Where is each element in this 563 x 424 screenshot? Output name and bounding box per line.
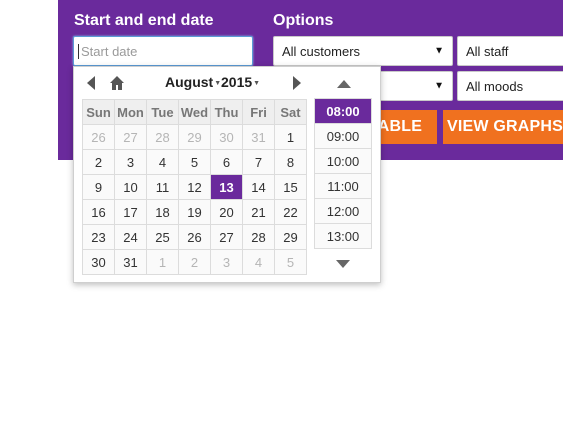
start-date-placeholder: Start date (81, 43, 138, 59)
day-cell[interactable]: 14 (242, 174, 275, 200)
staff-select-value: All staff (466, 43, 509, 59)
options-section-label: Options (273, 12, 334, 29)
time-option[interactable]: 12:00 (314, 198, 372, 224)
day-cell[interactable]: 9 (82, 174, 115, 200)
day-cell[interactable]: 23 (82, 224, 115, 250)
moods-select-value: All moods (466, 78, 524, 94)
day-cell[interactable]: 12 (178, 174, 211, 200)
view-graphs-button[interactable]: VIEW GRAPHS (443, 110, 563, 144)
time-scroll-down-icon[interactable] (336, 259, 350, 269)
time-option[interactable]: 11:00 (314, 173, 372, 199)
day-cell[interactable]: 29 (178, 124, 211, 150)
selected-day-cell[interactable]: 13 (210, 174, 243, 200)
time-option[interactable]: 10:00 (314, 148, 372, 174)
day-cell[interactable]: 19 (178, 199, 211, 225)
customers-select[interactable]: All customers ▼ (273, 36, 453, 66)
chevron-down-icon: ▼ (253, 79, 261, 87)
year-label: 2015 (221, 74, 253, 90)
staff-select[interactable]: All staff (457, 36, 563, 66)
weekday-header: Sat (274, 99, 307, 125)
calendar-week: 26 27 28 29 30 31 1 (82, 124, 307, 150)
time-list: 08:00 09:00 10:00 11:00 12:00 13:00 (314, 98, 372, 249)
day-cell[interactable]: 22 (274, 199, 307, 225)
day-cell[interactable]: 20 (210, 199, 243, 225)
day-cell[interactable]: 2 (178, 249, 211, 275)
weekday-header: Fri (242, 99, 275, 125)
time-option[interactable]: 13:00 (314, 223, 372, 249)
day-cell[interactable]: 4 (146, 149, 179, 175)
day-cell[interactable]: 5 (274, 249, 307, 275)
day-cell[interactable]: 3 (210, 249, 243, 275)
dropdown-arrow-icon: ▼ (434, 45, 444, 57)
date-section-label: Start and end date (74, 12, 214, 29)
day-cell[interactable]: 18 (146, 199, 179, 225)
day-cell[interactable]: 15 (274, 174, 307, 200)
day-cell[interactable]: 30 (210, 124, 243, 150)
day-cell[interactable]: 21 (242, 199, 275, 225)
time-option[interactable]: 09:00 (314, 123, 372, 149)
day-cell[interactable]: 3 (114, 149, 147, 175)
day-cell[interactable]: 31 (114, 249, 147, 275)
month-selector[interactable]: August▼ (165, 74, 221, 90)
time-scroll-up-icon[interactable] (337, 79, 351, 89)
selected-time-option[interactable]: 08:00 (314, 98, 372, 124)
weekday-header: Sun (82, 99, 115, 125)
calendar-week: 16 17 18 19 20 21 22 (82, 199, 307, 225)
start-date-input[interactable]: Start date (73, 36, 253, 66)
calendar-week: 2345678 (82, 149, 307, 175)
day-cell[interactable]: 17 (114, 199, 147, 225)
day-cell[interactable]: 16 (82, 199, 115, 225)
calendar-grid: Sun Mon Tue Wed Thu Fri Sat 26 27 28 29 30 31 1 2 3 4 5 6… (82, 99, 307, 275)
weekday-header: Tue (146, 99, 179, 125)
day-cell[interactable]: 27 (114, 124, 147, 150)
calendar-week: 30 31 1 2 3 4 5 (82, 249, 307, 275)
weekday-header: Mon (114, 99, 147, 125)
day-cell[interactable]: 7 (242, 149, 275, 175)
day-cell[interactable]: 27 (210, 224, 243, 250)
previous-month-icon[interactable] (86, 76, 96, 90)
day-cell[interactable]: 11 (146, 174, 179, 200)
day-cell[interactable]: 8 (274, 149, 307, 175)
year-selector[interactable]: 2015▼ (221, 74, 260, 90)
next-month-icon[interactable] (292, 76, 302, 90)
month-label: August (165, 74, 214, 90)
weekday-header: Wed (178, 99, 211, 125)
day-cell[interactable]: 1 (146, 249, 179, 275)
moods-select[interactable]: All moods (457, 71, 563, 101)
day-cell[interactable]: 10 (114, 174, 147, 200)
day-cell[interactable]: 4 (242, 249, 275, 275)
day-cell[interactable]: 6 (210, 149, 243, 175)
day-cell[interactable]: 25 (146, 224, 179, 250)
day-cell[interactable]: 1 (274, 124, 307, 150)
text-cursor (78, 43, 79, 59)
dropdown-arrow-icon: ▼ (434, 80, 444, 92)
home-icon[interactable] (109, 75, 125, 91)
day-cell[interactable]: 26 (82, 124, 115, 150)
day-cell[interactable]: 30 (82, 249, 115, 275)
day-cell[interactable]: 24 (114, 224, 147, 250)
calendar-week: 9 10 11 12 13 14 15 (82, 174, 307, 200)
day-cell[interactable]: 29 (274, 224, 307, 250)
customers-select-value: All customers (282, 43, 361, 59)
day-cell[interactable]: 28 (242, 224, 275, 250)
day-cell[interactable]: 31 (242, 124, 275, 150)
day-cell[interactable]: 2 (82, 149, 115, 175)
day-cell[interactable]: 26 (178, 224, 211, 250)
calendar-week: 23 24 25 26 27 28 29 (82, 224, 307, 250)
weekday-header: Thu (210, 99, 243, 125)
day-cell[interactable]: 28 (146, 124, 179, 150)
day-cell[interactable]: 5 (178, 149, 211, 175)
